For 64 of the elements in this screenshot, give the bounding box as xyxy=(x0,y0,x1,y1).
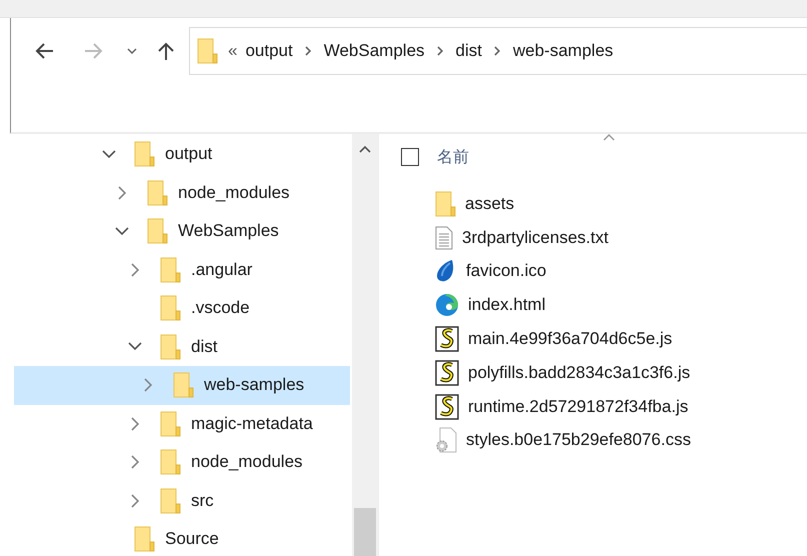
tree-item[interactable]: src xyxy=(14,482,350,520)
breadcrumb[interactable]: WebSamples xyxy=(324,41,425,61)
tree-item[interactable]: magic-metadata xyxy=(14,404,350,443)
up-icon[interactable] xyxy=(157,41,175,61)
column-header[interactable]: 名前 xyxy=(437,146,469,168)
tree-item[interactable]: WebSamples xyxy=(14,212,350,250)
tree-item[interactable]: node_modules xyxy=(14,174,350,212)
tree-item[interactable]: web-samples xyxy=(14,366,350,404)
script-file-icon xyxy=(435,394,459,420)
file-item[interactable]: runtime.2d57291872f34fba.js xyxy=(379,390,807,424)
tree-item[interactable]: .vscode xyxy=(14,289,350,328)
folder-icon xyxy=(160,449,181,476)
script-file-icon xyxy=(435,326,459,352)
file-item[interactable]: styles.b0e175b29efe8076.css xyxy=(379,424,807,458)
chevron-down-icon[interactable] xyxy=(115,226,129,236)
tree-item[interactable]: .angular xyxy=(14,250,350,289)
scroll-thumb[interactable] xyxy=(354,508,376,556)
tree-item[interactable]: node_modules xyxy=(14,443,350,482)
tree-item[interactable]: dist xyxy=(14,328,350,366)
file-item[interactable]: favicon.ico xyxy=(379,254,807,288)
folder-icon xyxy=(160,295,181,322)
text-file-icon xyxy=(435,226,453,250)
select-all-checkbox[interactable] xyxy=(401,148,419,166)
chevron-down-icon[interactable] xyxy=(128,342,142,352)
gear-file-icon xyxy=(435,427,457,454)
tree-item[interactable]: output xyxy=(14,135,350,174)
folder-icon xyxy=(160,334,181,360)
chevron-right-icon[interactable] xyxy=(130,416,140,431)
file-item[interactable]: assets xyxy=(379,187,807,221)
back-icon[interactable] xyxy=(35,42,55,60)
chevron-right-icon[interactable] xyxy=(144,378,152,392)
caret-icon[interactable] xyxy=(127,48,137,54)
breadcrumb[interactable]: web-samples xyxy=(513,41,614,61)
file-item[interactable]: 3rdpartylicenses.txt xyxy=(379,220,807,255)
folder-icon xyxy=(147,218,168,244)
folder-icon xyxy=(173,372,194,398)
chevron-right-icon[interactable] xyxy=(494,46,501,56)
file-item[interactable]: main.4e99f36a704d6c5e.js xyxy=(379,322,807,356)
scroll-up-icon[interactable] xyxy=(359,145,371,153)
file-item[interactable]: polyfills.badd2834c3a1c3f6.js xyxy=(379,356,807,390)
browser-icon xyxy=(435,293,459,318)
folder-icon xyxy=(160,256,181,283)
overflow-chevron[interactable]: « xyxy=(228,41,238,61)
chevron-right-icon[interactable] xyxy=(118,186,126,200)
chevron-down-icon[interactable] xyxy=(102,150,116,159)
chevron-right-icon[interactable] xyxy=(130,455,140,470)
file-item[interactable]: index.html xyxy=(379,288,807,322)
chevron-right-icon[interactable] xyxy=(436,46,444,56)
folder-icon xyxy=(160,488,181,514)
address-bar[interactable]: « output WebSamples dist web-samples xyxy=(189,27,807,75)
folder-icon xyxy=(160,410,181,437)
script-file-icon xyxy=(435,360,459,386)
chevron-right-icon[interactable] xyxy=(130,262,140,277)
folder-icon xyxy=(197,38,218,64)
breadcrumb[interactable]: dist xyxy=(456,41,482,61)
folder-icon xyxy=(134,526,155,552)
chevron-right-icon[interactable] xyxy=(304,46,312,56)
tree-item[interactable]: Source xyxy=(14,520,350,556)
folder-icon xyxy=(147,180,168,206)
chevron-right-icon[interactable] xyxy=(130,494,140,508)
folder-icon xyxy=(435,190,456,217)
scrollbar[interactable] xyxy=(352,134,378,556)
folder-icon xyxy=(134,141,155,168)
breadcrumb[interactable]: output xyxy=(245,41,293,61)
